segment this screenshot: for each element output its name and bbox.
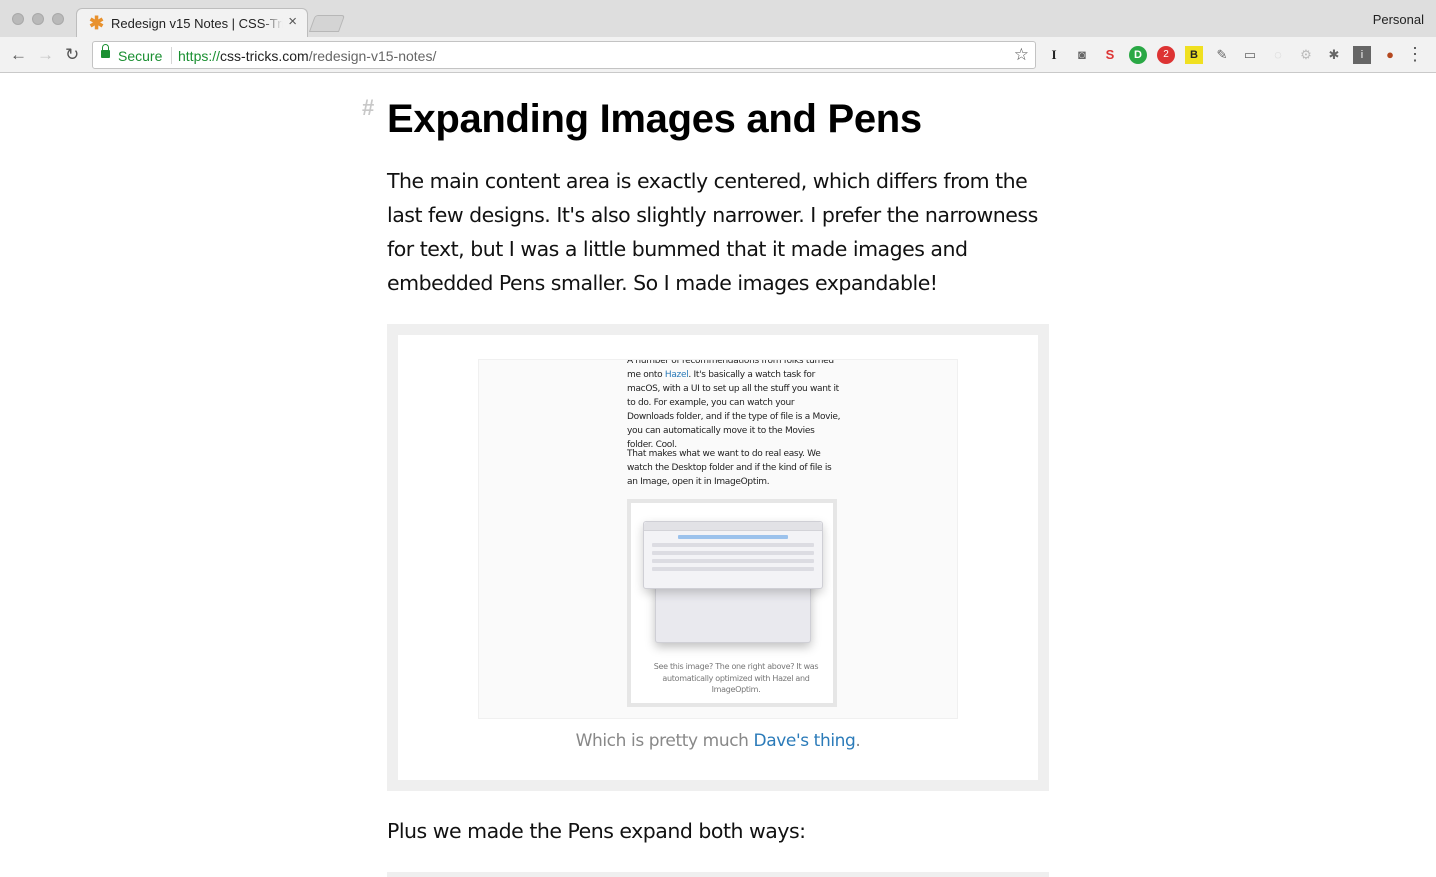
minimize-window-button[interactable] bbox=[32, 13, 44, 25]
screenshot-caption: See this image? The one right above? It … bbox=[653, 662, 819, 694]
window-row bbox=[652, 567, 814, 571]
caption-text: Which is pretty much bbox=[575, 731, 754, 751]
new-tab-button[interactable] bbox=[308, 15, 346, 32]
window-name-field bbox=[678, 535, 788, 539]
screenshot-paragraph-2: That makes what we want to do real easy.… bbox=[627, 449, 832, 487]
expandable-figure[interactable]: A number of recommendations from folks t… bbox=[387, 324, 1049, 791]
caption-period: . bbox=[855, 731, 861, 751]
screenshot-inner-image: See this image? The one right above? It … bbox=[627, 499, 837, 707]
lock-icon bbox=[101, 44, 110, 58]
hazel-link[interactable]: Hazel bbox=[665, 370, 689, 380]
close-tab-icon[interactable]: × bbox=[288, 14, 297, 30]
reload-icon[interactable]: ↻ bbox=[65, 45, 79, 65]
profile-button[interactable]: Personal bbox=[1373, 12, 1424, 27]
gear-extension-icon[interactable]: ⚙ bbox=[1297, 46, 1315, 64]
daves-thing-link[interactable]: Dave's thing bbox=[754, 731, 856, 751]
back-arrow-icon[interactable]: ← bbox=[10, 45, 27, 65]
window-row bbox=[652, 543, 814, 547]
url-protocol: https:// bbox=[178, 48, 221, 64]
b-extension-icon[interactable]: B bbox=[1185, 46, 1203, 64]
browser-tab[interactable]: ✱ Redesign v15 Notes | CSS-Tricks × bbox=[76, 8, 308, 38]
browser-tabstrip: ✱ Redesign v15 Notes | CSS-Tricks × Pers… bbox=[0, 0, 1436, 38]
screenshot-text-after-link: . It's basically a watch task for macOS,… bbox=[627, 370, 841, 450]
window-row bbox=[652, 559, 814, 563]
address-bar[interactable]: Secure https://css-tricks.com/redesign-v… bbox=[92, 41, 1036, 69]
cast-icon[interactable]: ▭ bbox=[1241, 46, 1259, 64]
bug-extension-icon[interactable]: ✱ bbox=[1325, 46, 1343, 64]
window-row bbox=[652, 551, 814, 555]
embedded-screenshot[interactable]: A number of recommendations from folks t… bbox=[478, 359, 958, 719]
circle-extension-icon[interactable]: ◌ bbox=[1269, 46, 1287, 64]
instapaper-extension-icon[interactable]: I bbox=[1045, 46, 1063, 64]
window-titlebar bbox=[644, 522, 822, 531]
url-path: /redesign-v15-notes/ bbox=[308, 48, 437, 64]
css-tricks-star-icon: ✱ bbox=[89, 13, 105, 33]
next-figure-edge bbox=[387, 872, 1049, 877]
forward-arrow-icon[interactable]: → bbox=[37, 45, 54, 65]
pin-extension-icon[interactable]: ✎ bbox=[1213, 46, 1231, 64]
tab-title: Redesign v15 Notes | CSS-Tricks bbox=[111, 16, 283, 31]
d-extension-icon[interactable]: D bbox=[1129, 46, 1147, 64]
url-host: css-tricks.com bbox=[220, 48, 309, 64]
info-extension-icon[interactable]: i bbox=[1353, 46, 1371, 64]
s-extension-icon[interactable]: S bbox=[1101, 46, 1119, 64]
browser-menu-icon[interactable]: ⋮ bbox=[1406, 45, 1424, 63]
fox-extension-icon[interactable]: ● bbox=[1381, 46, 1399, 64]
browser-toolbar: ← → ↻ Secure https://css-tricks.com/rede… bbox=[0, 37, 1436, 73]
badge-extension-icon[interactable]: 2 bbox=[1157, 46, 1175, 64]
figure-caption: Which is pretty much Dave's thing. bbox=[398, 731, 1038, 751]
figure-body: A number of recommendations from folks t… bbox=[398, 335, 1038, 780]
pens-paragraph: Plus we made the Pens expand both ways: bbox=[387, 819, 806, 843]
bookmark-star-icon[interactable]: ☆ bbox=[1014, 45, 1029, 65]
window-controls bbox=[12, 13, 64, 25]
secure-label: Secure bbox=[118, 48, 163, 64]
camera-extension-icon[interactable]: ◙ bbox=[1073, 46, 1091, 64]
zoom-window-button[interactable] bbox=[52, 13, 64, 25]
hazel-window bbox=[643, 521, 823, 589]
screenshot-paragraph-1: A number of recommendations from folks t… bbox=[627, 360, 843, 452]
url-text[interactable]: https://css-tricks.com/redesign-v15-note… bbox=[178, 48, 436, 64]
section-heading: Expanding Images and Pens bbox=[387, 97, 922, 141]
close-window-button[interactable] bbox=[12, 13, 24, 25]
address-divider bbox=[171, 47, 172, 64]
intro-paragraph: The main content area is exactly centere… bbox=[387, 169, 1038, 295]
heading-anchor-link[interactable]: # bbox=[362, 95, 374, 121]
